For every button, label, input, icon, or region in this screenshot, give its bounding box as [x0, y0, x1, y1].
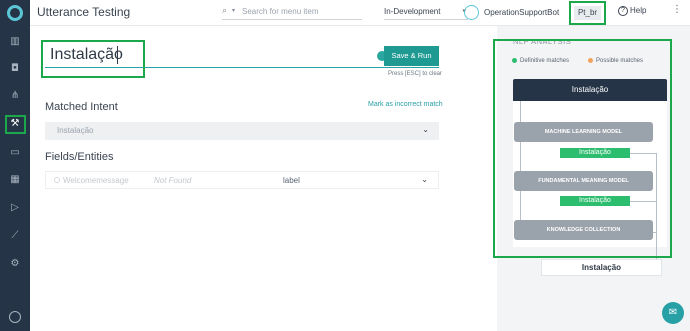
matched-intent-value: Instalação [57, 126, 94, 135]
profile-icon[interactable] [9, 311, 21, 323]
menu-search[interactable]: ⌕ ▾ Search for menu item [222, 6, 362, 20]
language-highlight-box: Pt_br [569, 1, 606, 25]
app-root: ▥ ◘ ⋔ ⚒ ▭ ▦ ▷ ⟋ ⚙ Utterance Testing ⌕ ▾ … [0, 0, 690, 331]
left-nav-rail: ▥ ◘ ⋔ ⚒ ▭ ▦ ▷ ⟋ ⚙ [0, 0, 30, 331]
app-logo-icon[interactable] [7, 5, 23, 21]
nav-highlight-box [5, 115, 26, 134]
grid-menu-icon[interactable]: ⋮ [672, 4, 686, 16]
search-placeholder: Search for menu item [242, 7, 319, 16]
save-run-button[interactable]: Save & Run [384, 46, 439, 66]
environment-select[interactable]: In-Development ▾ [384, 6, 468, 20]
chat-icon[interactable]: ▭ [9, 147, 21, 159]
help-label: Help [630, 6, 647, 16]
page-title: Utterance Testing [37, 5, 131, 19]
field-status: Not Found [154, 176, 192, 185]
utterance-highlight-box [41, 40, 145, 78]
analytics-icon[interactable]: ⟋ [9, 230, 21, 242]
mark-incorrect-link[interactable]: Mark as incorrect match [368, 101, 443, 108]
matched-intent-select[interactable]: Instalação ⌄ [45, 122, 439, 140]
clear-hint: Press [ESC] to clear [388, 71, 443, 77]
bot-name: OperationSupportBot [484, 8, 560, 17]
chat-widget-icon[interactable]: ✉ [662, 302, 684, 324]
environment-value: In-Development [384, 7, 441, 16]
search-icon: ⌕ [222, 6, 228, 16]
bot-icon[interactable]: ◘ [9, 63, 21, 75]
final-result: Instalação [541, 259, 662, 276]
field-label: label [283, 176, 300, 185]
chevron-down-icon: ⌄ [422, 125, 429, 134]
top-header: Utterance Testing ⌕ ▾ Search for menu it… [30, 0, 690, 26]
language-selector[interactable]: Pt_br [574, 6, 601, 20]
settings-icon[interactable]: ⚙ [9, 258, 21, 270]
help-button[interactable]: ? Help [618, 6, 646, 16]
chevron-down-icon: ▾ [232, 7, 236, 14]
fields-entities-title: Fields/Entities [45, 151, 114, 163]
grid-icon[interactable]: ▦ [9, 174, 21, 186]
help-icon: ? [618, 6, 628, 16]
chevron-down-icon: ⌄ [421, 175, 428, 184]
field-checkbox[interactable] [54, 177, 60, 183]
flow-icon[interactable]: ⋔ [9, 90, 21, 102]
dashboard-icon[interactable]: ▥ [9, 36, 21, 48]
field-name: Welcomemessage [63, 176, 129, 185]
play-icon[interactable]: ▷ [9, 202, 21, 214]
field-row[interactable]: Welcomemessage Not Found label ⌄ [45, 171, 439, 189]
matched-intent-title: Matched Intent [45, 101, 118, 113]
analysis-highlight-box [493, 39, 672, 258]
bot-avatar-icon [464, 5, 479, 20]
